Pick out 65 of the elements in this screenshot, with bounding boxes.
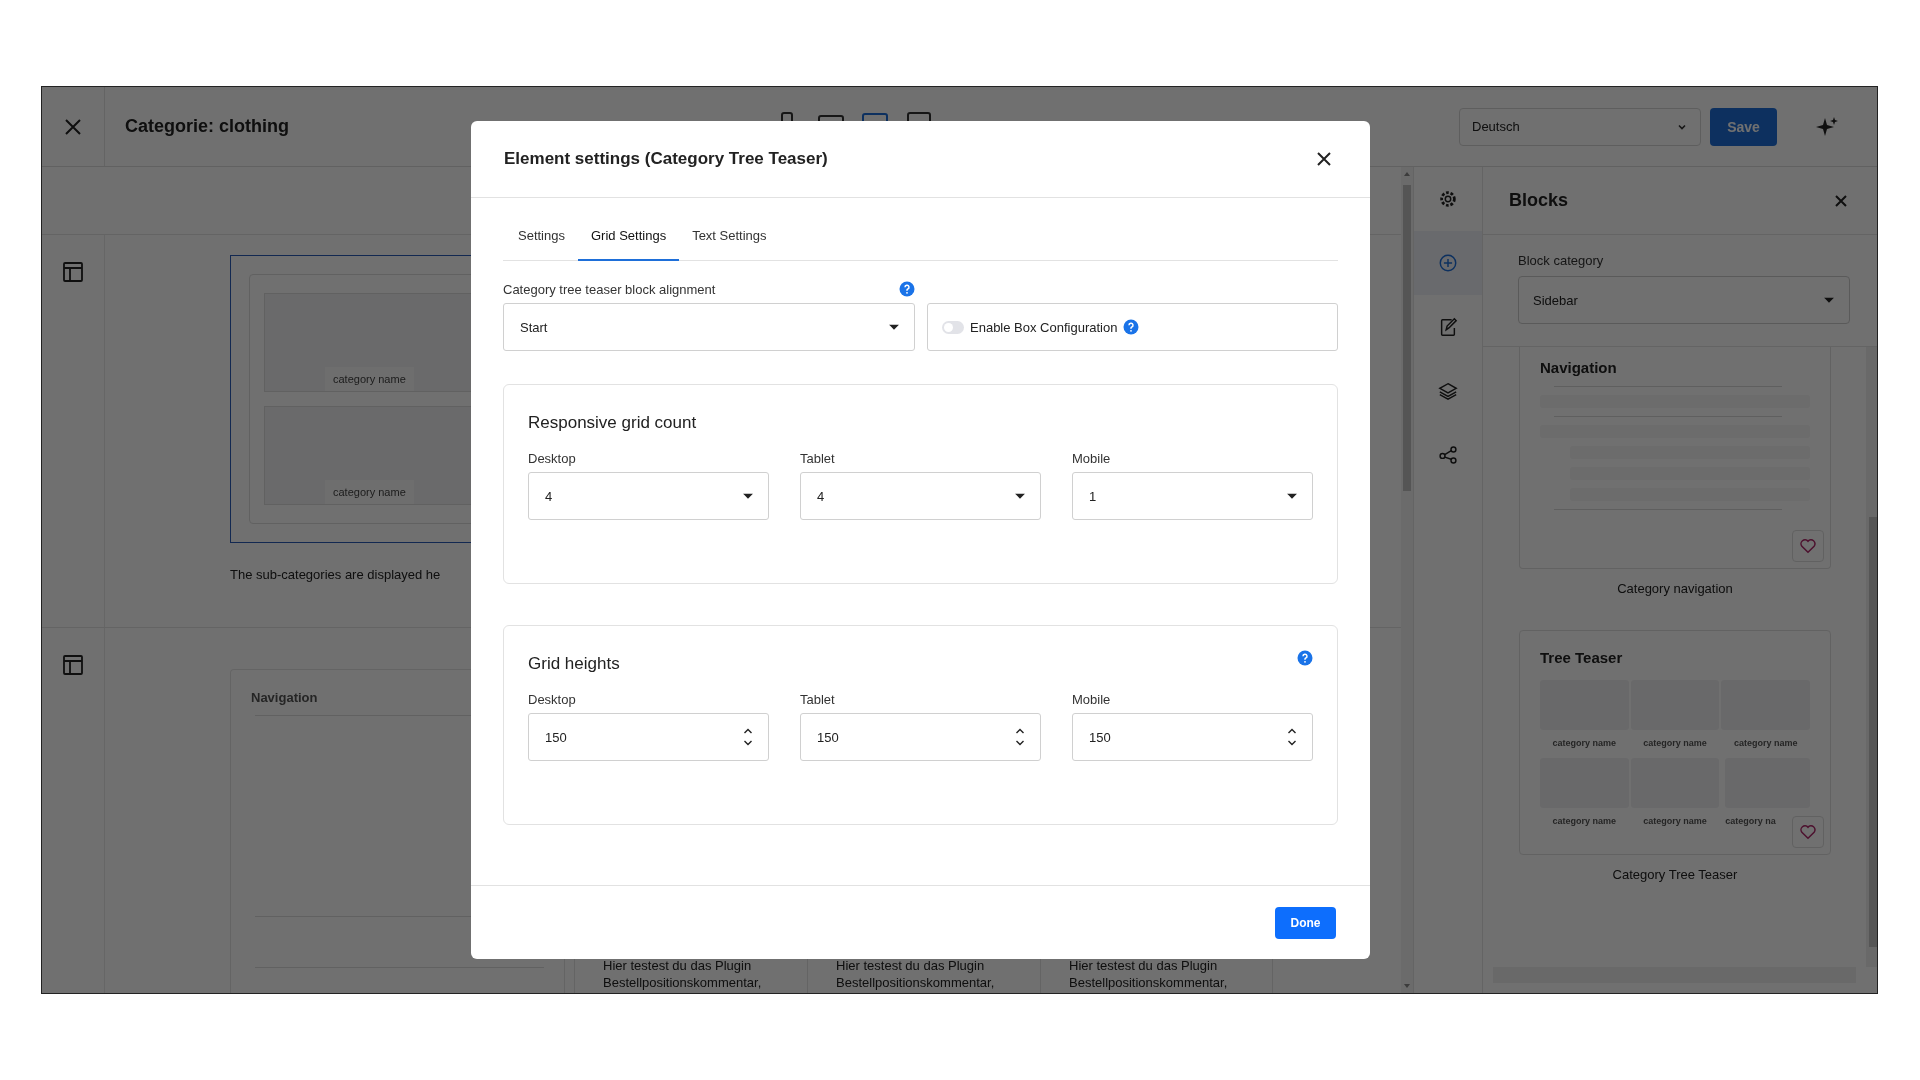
heart-icon [1799, 823, 1817, 841]
category-label: category name [1733, 738, 1798, 748]
dialog-title: Element settings (Category Tree Teaser) [504, 149, 828, 169]
close-icon[interactable] [1316, 151, 1332, 167]
scroll-down-icon[interactable] [1403, 983, 1411, 989]
plus-circle-icon [1438, 253, 1458, 273]
heart-icon [1799, 537, 1817, 555]
block-title: Tree Teaser [1540, 649, 1624, 666]
text-line: Hier testest du das Plugin [603, 957, 753, 974]
tab[interactable]: Grid Settings [578, 228, 680, 261]
block-caption: Category Tree Teaser [1612, 867, 1738, 882]
page-title: Categorie: clothing [125, 116, 289, 136]
field-label: Block category [1518, 253, 1605, 268]
done-button[interactable]: Done [1275, 906, 1336, 939]
scroll-up-icon[interactable] [1403, 171, 1411, 177]
favorite-button[interactable] [1792, 530, 1824, 562]
category-label: category name [1643, 816, 1707, 826]
field-label: Tablet [800, 451, 836, 466]
block-caption: The sub-categories are displayed he [230, 567, 442, 582]
section-title: Grid heights [528, 654, 620, 674]
language-select[interactable]: Deutsch [1459, 107, 1701, 146]
share-icon [1438, 445, 1458, 465]
help-icon[interactable] [899, 281, 915, 297]
category-label: category name [1552, 816, 1617, 826]
tab[interactable]: Text Settings [679, 228, 780, 261]
pencil-icon [1438, 317, 1458, 337]
layout-icon[interactable] [62, 654, 84, 676]
number-field[interactable]: 150 [1072, 713, 1313, 761]
block-title: Navigation [1540, 359, 1618, 376]
category-label: category name [1643, 738, 1707, 748]
block-caption: Category navigation [1617, 581, 1733, 596]
category-label: category name [325, 367, 414, 391]
number-field[interactable]: 150 [800, 713, 1041, 761]
category-label: category name [1552, 738, 1617, 748]
alignment-select[interactable]: Start [503, 303, 915, 351]
field-label: Tablet [800, 692, 836, 707]
select-field[interactable]: 1 [1072, 472, 1313, 520]
select-field[interactable]: 4 [528, 472, 769, 520]
number-field[interactable]: 150 [528, 713, 769, 761]
select-field[interactable]: 4 [800, 472, 1041, 520]
toggle-switch[interactable] [942, 320, 964, 334]
category-label: category name [325, 480, 414, 504]
text-line: Bestellpositionskommentar, [836, 974, 996, 991]
block-card[interactable]: Navigation [1519, 347, 1831, 569]
block-card[interactable]: Tree Teaser category name category name category name category name category name category na [1519, 630, 1831, 855]
field-label: Mobile [1072, 451, 1112, 466]
text-line: Hier testest du das Plugin [1069, 957, 1219, 974]
layout-icon[interactable] [62, 261, 84, 283]
text-line: Bestellpositionskommentar, [603, 974, 763, 991]
text-line: Bestellpositionskommentar, [1069, 974, 1229, 991]
category-label: category na [1725, 816, 1776, 826]
gear-icon [1438, 189, 1458, 209]
layers-icon [1438, 381, 1458, 401]
add-tool[interactable] [1414, 231, 1482, 295]
toggle-label: Enable Box Configuration [970, 319, 1118, 335]
favorite-button[interactable] [1792, 816, 1824, 848]
text-line: Hier testest du das Plugin [836, 957, 986, 974]
scrollbar-thumb[interactable] [1869, 517, 1877, 947]
help-icon[interactable] [1297, 650, 1313, 666]
field-label: Mobile [1072, 692, 1112, 707]
field-label: Desktop [528, 451, 577, 466]
category-select[interactable]: Sidebar [1518, 276, 1850, 324]
help-icon[interactable] [1123, 319, 1140, 335]
panel-title: Blocks [1509, 190, 1569, 211]
field-label: Desktop [528, 692, 577, 707]
